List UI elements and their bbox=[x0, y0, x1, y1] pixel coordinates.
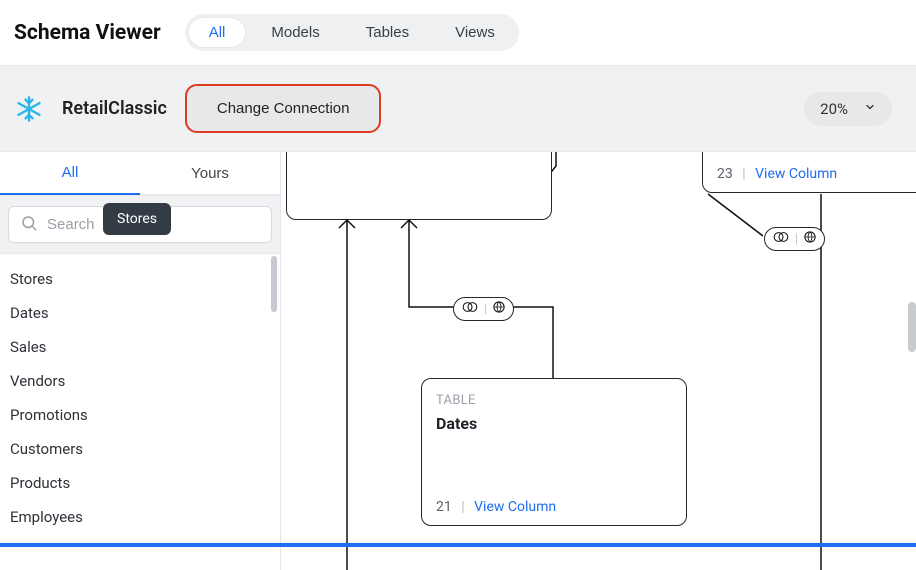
canvas-scrollbar[interactable] bbox=[908, 302, 916, 352]
chevron-down-icon bbox=[864, 101, 876, 117]
pill-divider: | bbox=[795, 232, 798, 247]
sidebar-tab-yours[interactable]: Yours bbox=[140, 152, 280, 195]
sidebar-tab-all[interactable]: All bbox=[0, 152, 140, 195]
connection-bar: RetailClassic Change Connection 20% bbox=[0, 65, 916, 152]
filter-views-button[interactable]: Views bbox=[435, 18, 515, 47]
footer-sep: | bbox=[742, 166, 745, 182]
column-count: 23 bbox=[717, 166, 733, 182]
filter-models-button[interactable]: Models bbox=[251, 18, 339, 47]
sidebar: All Yours Stores Stores Dates Sales Vend… bbox=[0, 152, 281, 570]
globe-icon bbox=[804, 231, 816, 247]
sidebar-tabs: All Yours bbox=[0, 152, 280, 195]
connection-name: RetailClassic bbox=[62, 98, 167, 119]
relation-pill[interactable]: | bbox=[764, 227, 825, 251]
globe-icon bbox=[493, 301, 505, 317]
relation-pill[interactable]: | bbox=[453, 297, 514, 321]
sidebar-item-customers[interactable]: Customers bbox=[0, 432, 280, 466]
sidebar-item-dates[interactable]: Dates bbox=[0, 296, 280, 330]
zoom-select[interactable]: 20% bbox=[804, 92, 892, 126]
card-title: Dates bbox=[436, 414, 672, 433]
snowflake-icon bbox=[14, 94, 44, 124]
card-type-label: TABLE bbox=[436, 393, 672, 408]
search-wrapper: Stores bbox=[0, 195, 280, 254]
sidebar-scrollbar[interactable] bbox=[271, 256, 277, 312]
join-icon bbox=[773, 231, 789, 247]
join-icon bbox=[462, 301, 478, 317]
filter-tables-button[interactable]: Tables bbox=[346, 18, 429, 47]
main-content: All Yours Stores Stores Dates Sales Vend… bbox=[0, 152, 916, 570]
pill-divider: | bbox=[484, 302, 487, 317]
sidebar-item-products[interactable]: Products bbox=[0, 466, 280, 500]
zoom-value: 20% bbox=[820, 100, 848, 118]
tooltip: Stores bbox=[103, 203, 171, 235]
view-column-link[interactable]: View Column bbox=[474, 499, 556, 515]
sidebar-list[interactable]: Stores Dates Sales Vendors Promotions Cu… bbox=[0, 254, 280, 570]
bottom-accent-bar bbox=[0, 543, 916, 547]
footer-sep: | bbox=[461, 499, 464, 515]
search-icon bbox=[20, 214, 38, 236]
sidebar-item-sales[interactable]: Sales bbox=[0, 330, 280, 364]
sidebar-item-vendors[interactable]: Vendors bbox=[0, 364, 280, 398]
filter-all-button[interactable]: All bbox=[189, 18, 246, 47]
column-count: 21 bbox=[436, 499, 452, 515]
filter-segment: All Models Tables Views bbox=[185, 14, 519, 51]
sidebar-item-promotions[interactable]: Promotions bbox=[0, 398, 280, 432]
table-card-top-right[interactable]: 23 | View Column bbox=[702, 152, 916, 193]
app-title: Schema Viewer bbox=[14, 21, 161, 45]
topbar: Schema Viewer All Models Tables Views bbox=[0, 0, 916, 65]
change-connection-button[interactable]: Change Connection bbox=[185, 84, 382, 133]
table-card-top-left[interactable]: 14 | View Column bbox=[286, 152, 552, 220]
schema-canvas[interactable]: 14 | View Column 23 | View Column TABLE … bbox=[281, 152, 916, 570]
sidebar-item-stores[interactable]: Stores bbox=[0, 262, 280, 296]
view-column-link[interactable]: View Column bbox=[755, 166, 837, 182]
table-card-dates[interactable]: TABLE Dates 21 | View Column bbox=[421, 378, 687, 526]
sidebar-item-employees[interactable]: Employees bbox=[0, 500, 280, 534]
